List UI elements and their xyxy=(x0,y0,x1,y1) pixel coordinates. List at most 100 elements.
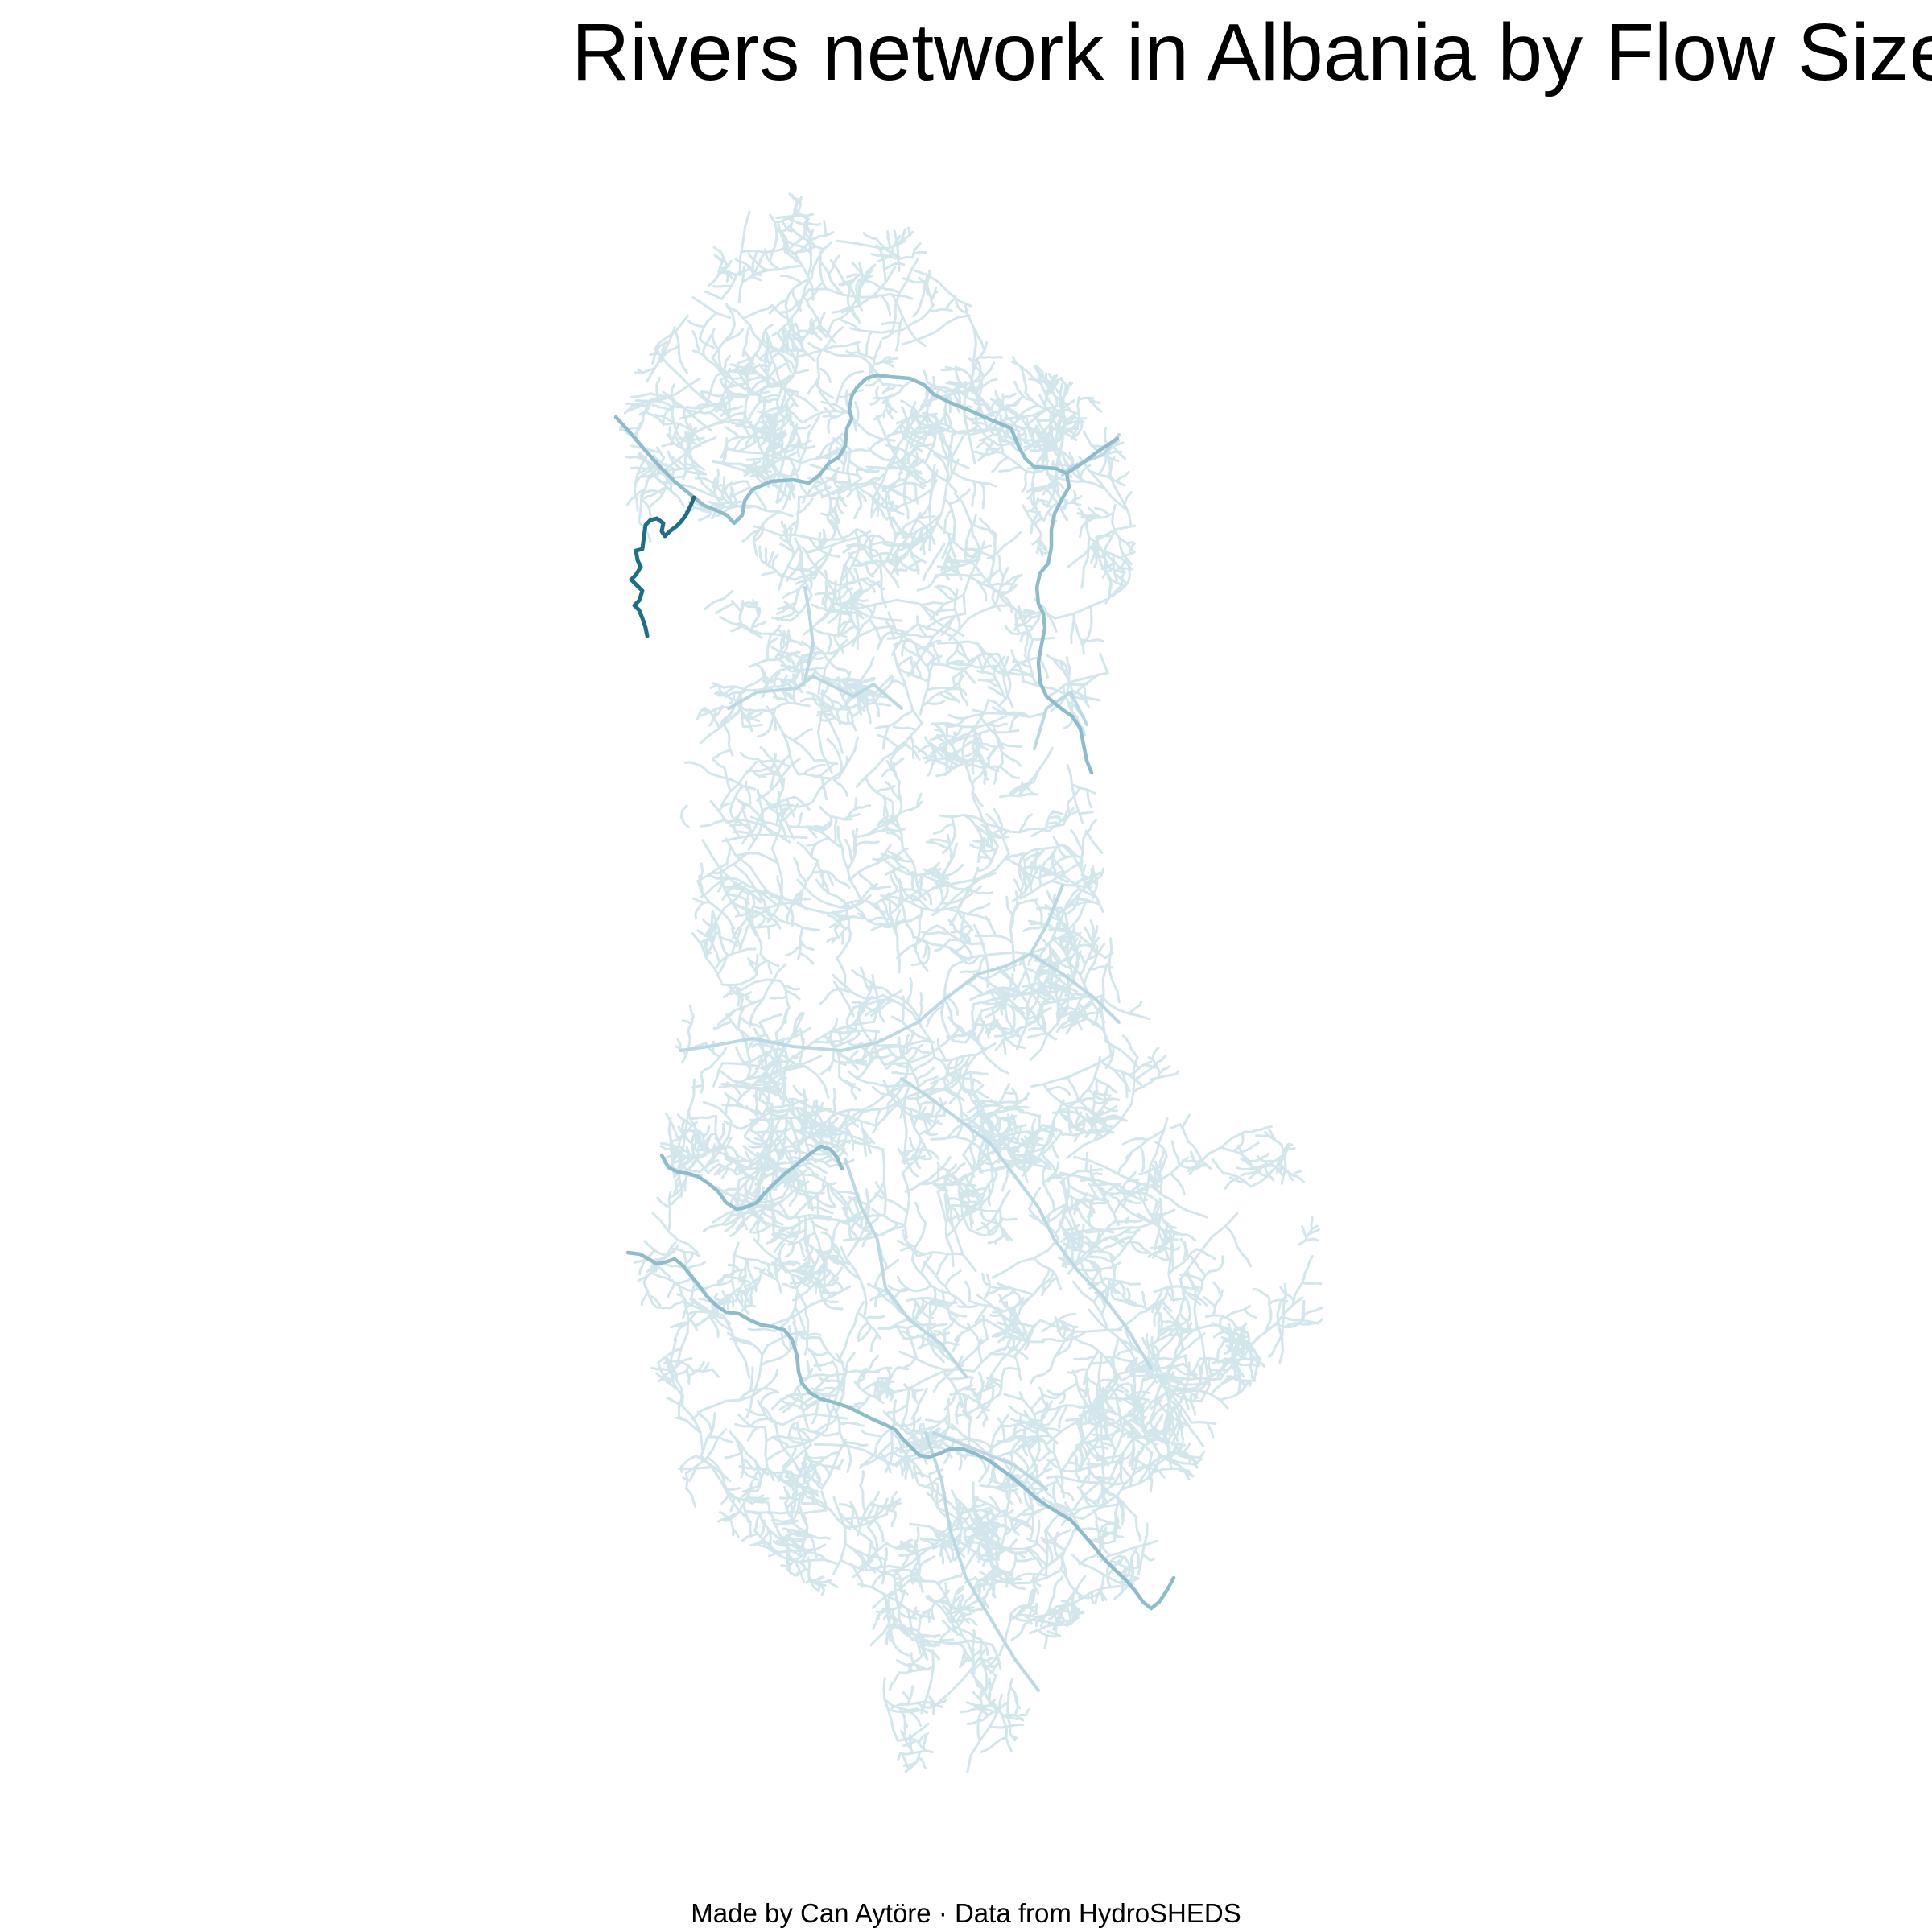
stream-segment xyxy=(998,465,1022,473)
stream-segment xyxy=(799,697,822,703)
stream-segment xyxy=(740,1445,745,1479)
stream-segment xyxy=(1097,454,1108,476)
stream-segment xyxy=(1100,1243,1116,1253)
stream-segment xyxy=(1078,811,1094,815)
stream-segment xyxy=(654,1306,673,1310)
stream-segment xyxy=(688,444,702,453)
stream-segment xyxy=(853,505,863,520)
stream-segment xyxy=(684,1487,697,1508)
stream-segment xyxy=(694,901,705,919)
stream-segment xyxy=(666,1397,704,1451)
stream-segment xyxy=(729,1517,735,1537)
stream-segment xyxy=(1067,1368,1089,1374)
stream-segment xyxy=(699,818,727,828)
stream-segment xyxy=(1252,1287,1271,1300)
stream-segment xyxy=(749,275,763,282)
stream-segment xyxy=(1008,827,1051,834)
stream-segment xyxy=(993,532,997,549)
stream-segment xyxy=(910,1046,931,1054)
stream-segment xyxy=(792,496,801,536)
stream-segment xyxy=(667,1281,675,1298)
stream-segment xyxy=(793,857,807,884)
stream-segment xyxy=(691,330,700,354)
stream-segment xyxy=(858,803,872,809)
stream-segment xyxy=(947,488,971,505)
stream-segment xyxy=(1085,1376,1099,1387)
stream-segment xyxy=(1112,553,1118,582)
stream-segment xyxy=(985,722,1008,728)
stream-segment xyxy=(745,780,752,808)
stream-segment xyxy=(892,725,918,731)
stream-segment xyxy=(1170,1297,1188,1302)
stream-segment xyxy=(1167,1451,1189,1455)
stream-segment xyxy=(769,995,788,1000)
stream-segment xyxy=(956,1094,964,1138)
stream-segment xyxy=(768,213,778,262)
stream-segment xyxy=(656,1265,671,1278)
stream-segment xyxy=(1021,469,1028,493)
stream-segment xyxy=(971,450,985,456)
stream-segment xyxy=(683,821,690,828)
stream-segment xyxy=(667,1191,672,1233)
stream-segment xyxy=(1070,619,1075,645)
stream-segment xyxy=(823,220,828,237)
stream-segment xyxy=(688,1261,706,1269)
stream-segment xyxy=(1208,1356,1212,1375)
stream-segment xyxy=(1070,783,1096,795)
stream-segment xyxy=(877,733,900,748)
stream-segment xyxy=(750,607,762,634)
minor-streams xyxy=(618,192,1323,1774)
stream-segment xyxy=(953,1317,985,1342)
stream-segment xyxy=(1100,996,1151,1021)
stream-segment xyxy=(911,1114,946,1118)
stream-segment xyxy=(749,1523,753,1538)
stream-segment xyxy=(1150,1476,1154,1492)
stream-segment xyxy=(898,913,923,923)
stream-segment xyxy=(712,284,733,288)
stream-segment xyxy=(806,221,822,226)
stream-segment xyxy=(993,729,1020,734)
stream-segment xyxy=(717,1122,725,1143)
stream-segment xyxy=(958,1452,963,1471)
stream-segment xyxy=(1013,878,1023,894)
stream-segment xyxy=(771,553,779,570)
stream-segment xyxy=(881,1565,887,1585)
stream-segment xyxy=(914,1201,927,1224)
stream-segment xyxy=(1104,1084,1109,1100)
stream-segment xyxy=(1046,1389,1063,1396)
stream-segment xyxy=(980,481,986,510)
stream-segment xyxy=(724,1451,743,1459)
stream-segment xyxy=(1121,1500,1125,1526)
stream-segment xyxy=(891,1071,915,1076)
stream-segment xyxy=(772,1285,852,1326)
stream-segment xyxy=(963,1526,976,1530)
stream-segment xyxy=(1123,491,1133,506)
stream-segment xyxy=(977,678,997,683)
stream-segment xyxy=(1034,900,1043,926)
stream-segment xyxy=(1084,829,1104,854)
stream-segment xyxy=(919,1555,935,1568)
stream-segment xyxy=(897,655,912,671)
stream-segment xyxy=(885,1404,909,1415)
stream-segment xyxy=(969,844,981,849)
stream-segment xyxy=(952,1317,971,1331)
stream-segment xyxy=(1153,1310,1159,1327)
stream-segment xyxy=(770,1519,795,1523)
stream-segment xyxy=(722,1314,751,1379)
stream-segment xyxy=(967,1617,978,1627)
stream-segment xyxy=(712,758,726,769)
stream-segment xyxy=(725,270,730,283)
stream-segment xyxy=(1121,1070,1129,1098)
stream-segment xyxy=(807,287,879,299)
stream-segment xyxy=(1224,1224,1253,1268)
stream-segment xyxy=(875,243,887,284)
stream-segment xyxy=(837,918,847,931)
stream-segment xyxy=(1043,1529,1049,1579)
stream-segment xyxy=(1169,1172,1186,1196)
stream-segment xyxy=(942,1328,947,1356)
stream-segment xyxy=(681,1120,686,1135)
stream-segment xyxy=(685,406,702,411)
stream-segment xyxy=(1310,1216,1314,1231)
stream-segment xyxy=(835,878,851,889)
stream-segment xyxy=(874,709,914,729)
